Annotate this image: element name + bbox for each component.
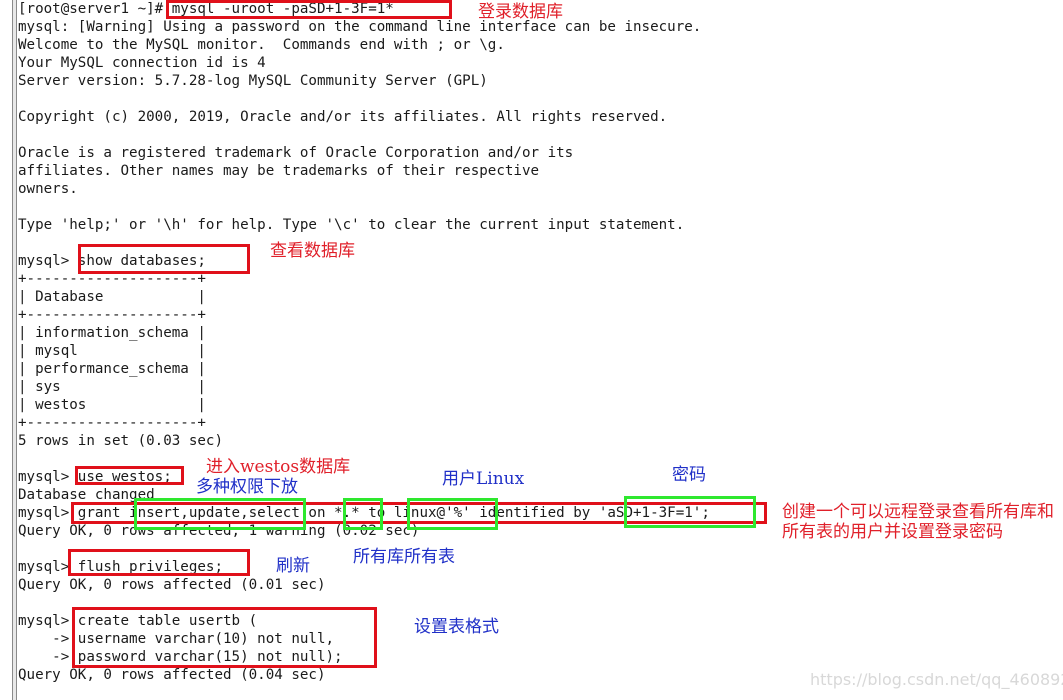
terminal-line: Type 'help;' or '\h' for help. Type '\c'… [18, 217, 685, 233]
terminal-line: | information_schema | [18, 325, 206, 341]
terminal-line: Oracle is a registered trademark of Orac… [18, 145, 574, 161]
highlight-all-db-tables [343, 498, 383, 530]
annotation-all-db-tables: 所有库所有表 [353, 547, 455, 567]
terminal-line: Server version: 5.7.28-log MySQL Communi… [18, 73, 488, 89]
highlight-show-databases [78, 244, 250, 274]
annotation-user-linux: 用户Linux [442, 469, 525, 489]
terminal-left-border [12, 0, 17, 700]
annotation-password: 密码 [672, 465, 706, 485]
terminal-line: Query OK, 0 rows affected (0.01 sec) [18, 577, 326, 593]
terminal-line: mysql: [Warning] Using a password on the… [18, 19, 702, 35]
terminal-line: | westos | [18, 397, 206, 413]
terminal-line: | sys | [18, 379, 206, 395]
terminal-line: Your MySQL connection id is 4 [18, 55, 266, 71]
annotation-login-db: 登录数据库 [478, 2, 563, 22]
terminal-output: [root@server1 ~]# mysql -uroot -paSD+1-3… [18, 0, 710, 684]
terminal-line: +--------------------+ [18, 307, 206, 323]
highlight-privileges [134, 498, 306, 530]
annotation-refresh: 刷新 [276, 556, 310, 576]
terminal-line: | mysql | [18, 343, 206, 359]
annotation-set-table-format: 设置表格式 [414, 617, 499, 637]
terminal-line: | performance_schema | [18, 361, 206, 377]
terminal-line: Query OK, 0 rows affected (0.04 sec) [18, 667, 326, 683]
terminal-line: Welcome to the MySQL monitor. Commands e… [18, 37, 505, 53]
highlight-user [407, 498, 498, 530]
highlight-use-westos [75, 466, 184, 485]
terminal-line: | Database | [18, 289, 206, 305]
terminal-line: owners. [18, 181, 78, 197]
terminal-line: affiliates. Other names may be trademark… [18, 163, 540, 179]
annotation-create-user-note: 创建一个可以远程登录查看所有库和所有表的用户并设置登录密码 [782, 502, 1054, 542]
highlight-password [624, 496, 756, 528]
watermark: https://blog.csdn.net/qq_46089299 [810, 670, 1063, 689]
highlight-create-table [72, 607, 377, 668]
annotation-show-db: 查看数据库 [270, 241, 355, 261]
terminal-line: +--------------------+ [18, 415, 206, 431]
terminal-line: Copyright (c) 2000, 2019, Oracle and/or … [18, 109, 668, 125]
annotation-multi-privileges: 多种权限下放 [196, 477, 298, 497]
highlight-flush-privileges [68, 549, 250, 576]
terminal-line: 5 rows in set (0.03 sec) [18, 433, 223, 449]
highlight-login-command [166, 0, 452, 19]
annotation-enter-westos: 进入westos数据库 [206, 457, 351, 477]
